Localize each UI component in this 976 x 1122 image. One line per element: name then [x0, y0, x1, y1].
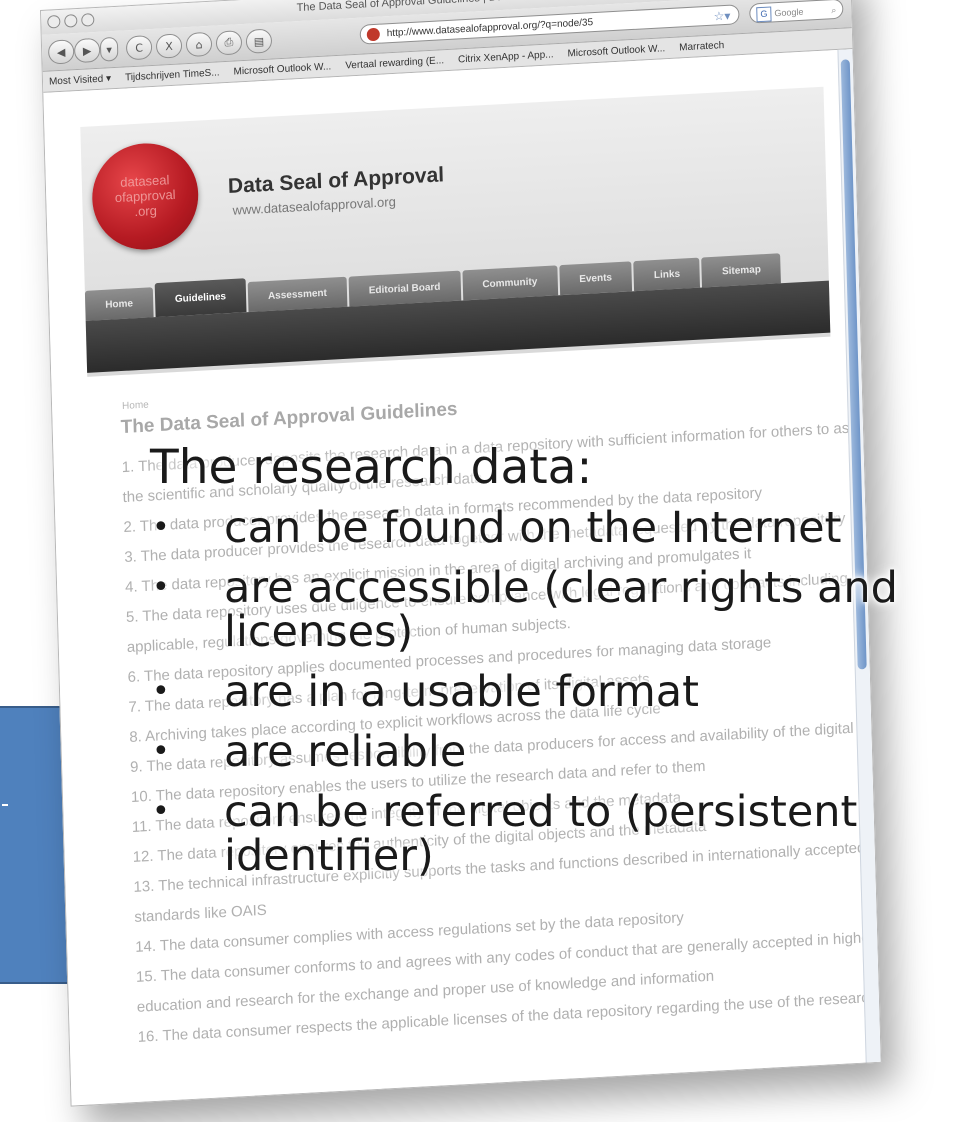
slide-bullet-text: are in a usable format [224, 667, 699, 717]
site-title[interactable]: Data Seal of Approval [228, 163, 445, 199]
slide-heading: The research data: [150, 440, 593, 495]
reload-button[interactable]: C [125, 34, 153, 61]
tab-links[interactable]: Links [633, 257, 701, 292]
slide-bullet-text: can be referred to (persistent identifie… [224, 787, 858, 881]
slide-bullet: • can be found on the Internet [150, 506, 970, 550]
site-favicon-icon [366, 27, 380, 42]
tab-guidelines[interactable]: Guidelines [154, 278, 247, 318]
forward-button[interactable]: ▶ [73, 37, 101, 64]
slide-bullet: • are accessible (clear rights and licens… [150, 566, 970, 654]
stop-button[interactable]: X [155, 33, 183, 59]
seal-logo[interactable]: data­seal ofapproval .org [90, 140, 200, 253]
slide-bullet: • are in a usable format [150, 670, 970, 714]
slide-bullet-text: are reliable [224, 727, 467, 777]
tab-home[interactable]: Home [84, 287, 154, 321]
tab-sitemap[interactable]: Sitemap [701, 253, 782, 288]
search-placeholder: Google [774, 6, 804, 19]
slide-text: The research data: • can be found on the … [150, 440, 970, 894]
tab-events[interactable]: Events [558, 261, 633, 296]
seal-logo-text: data­seal ofapproval .org [114, 172, 176, 220]
search-input[interactable]: G Google ⌕ [749, 0, 844, 24]
bullet-icon: • [152, 570, 170, 605]
google-icon: G [756, 6, 772, 23]
history-dropdown-button[interactable]: ▾ [99, 36, 119, 62]
bullet-icon: • [152, 794, 170, 829]
slide-bullet-text: are accessible (clear rights and license… [224, 563, 898, 657]
page-title: The Data Seal of Approval Guidelines [120, 398, 458, 439]
slide-bullet: • are reliable [150, 730, 970, 774]
bookmark-star-icon[interactable]: ☆▾ [713, 6, 730, 27]
bookmark-item[interactable]: Vertaal rewarding (E... [345, 55, 444, 71]
bookmark-item[interactable]: Microsoft Outlook W... [567, 43, 665, 59]
address-text: http://www.datasealofapproval.org/?q=nod… [386, 17, 594, 40]
bullet-icon: • [152, 510, 170, 545]
home-button[interactable]: ⌂ [185, 31, 213, 58]
slide-bullet-list: • can be found on the Internet • are acces… [150, 506, 970, 878]
search-icon[interactable]: ⌕ [831, 0, 837, 20]
bookmark-item[interactable]: Citrix XenApp - App... [458, 49, 554, 65]
slide-bullet-text: can be found on the Internet [224, 503, 842, 553]
bullet-icon: • [152, 674, 170, 709]
print-button[interactable]: ⎙ [215, 30, 243, 56]
back-button[interactable]: ◀ [47, 39, 75, 65]
bookmark-most-visited[interactable]: Most Visited ▾ [49, 73, 111, 87]
site-url: www.datasealofapproval.org [232, 193, 397, 218]
site-header: data­seal ofapproval .org Data Seal of App… [80, 86, 831, 377]
bookmark-item[interactable]: Tijdschrijven TimeS... [125, 67, 220, 83]
bookmark-item[interactable]: Marratech [679, 40, 724, 53]
bookmark-item[interactable]: Microsoft Outlook W... [233, 61, 331, 77]
breadcrumb[interactable]: Home [122, 400, 149, 412]
box-mark [2, 804, 8, 806]
slide-bullet: • can be referred to (persistent identifi… [150, 790, 970, 878]
bullet-icon: • [152, 734, 170, 769]
save-button[interactable]: ▤ [245, 28, 273, 54]
